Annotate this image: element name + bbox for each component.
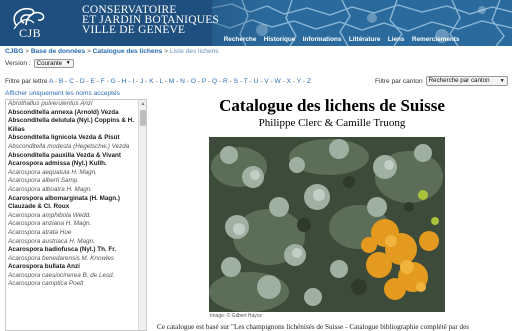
species-list-item[interactable]: Absconditella pauxilla Vezda & Vivant [6, 152, 139, 161]
breadcrumb-separator: > [86, 48, 91, 55]
version-select[interactable]: Courante ▼ [33, 59, 74, 68]
page-authors: Philippe Clerc & Camille Truong [258, 117, 406, 129]
breadcrumb-separator: > [25, 48, 30, 55]
chevron-down-icon: ▼ [65, 60, 71, 66]
letter-filter-z[interactable]: Z [307, 78, 311, 85]
top-navigation: Recherche Historique Informations Littér… [220, 35, 463, 45]
species-list-item[interactable]: Acarospora caesiocinerea B. de Lesd. [6, 272, 139, 281]
species-list-item[interactable]: Acarospora austriaca H. Magn. [6, 238, 139, 247]
breadcrumb-cjbg[interactable]: CJBG [5, 48, 23, 55]
species-list: Abrothallus pulverulentus Anzi Abscondite… [6, 100, 139, 289]
breadcrumb-database[interactable]: Base de données [31, 48, 85, 55]
species-list-item[interactable]: Acarospora anziana H. Magn. [6, 220, 139, 229]
canton-selected-value: Recherche par canton [428, 77, 490, 84]
show-accepted-names-link[interactable]: Afficher uniquement les noms acceptés [5, 90, 120, 97]
species-list-item[interactable]: Absconditella delutula (Nyl.) Coppins & … [6, 117, 139, 134]
nav-liens[interactable]: Liens [384, 35, 408, 45]
breadcrumb-separator: > [164, 48, 168, 55]
organization-name[interactable]: CONSERVATOIRE ET JARDIN BOTANIQUES VILLE… [82, 4, 219, 36]
org-name-line: VILLE DE GENÈVE [82, 24, 186, 36]
lichen-photo [209, 137, 445, 312]
species-list-item[interactable]: Acarospora badiofusca (Nyl.) Th. Fr. [6, 246, 139, 255]
species-list-item[interactable]: Acarospora aequatula H. Magn. [6, 169, 139, 178]
canton-filter: Filtre par canton Recherche par canton ▼ [375, 76, 508, 86]
letter-filter: Filtre par lettre A - B - C - D - E - F … [5, 78, 311, 85]
photo-credit: Image: © Gilbert Hayoz [210, 313, 263, 319]
species-list-item[interactable]: Acarospora benedarensis M. Knowles [6, 255, 139, 264]
species-list-item[interactable]: Acarospora amphibola Wedd. [6, 212, 139, 221]
letter-filter-label: Filtre par lettre [5, 78, 48, 85]
breadcrumb: CJBG > Base de données > Catalogue des l… [5, 48, 219, 55]
species-list-item[interactable]: Acarospora alberti Samp. [6, 177, 139, 186]
nav-litterature[interactable]: Littérature [345, 35, 384, 45]
nav-recherche[interactable]: Recherche [220, 35, 260, 45]
species-list-item[interactable]: Acarospora atrata Hue [6, 229, 139, 238]
version-selected-value: Courante [36, 60, 63, 67]
species-list-panel[interactable]: Abrothallus pulverulentus Anzi Abscondite… [5, 99, 147, 331]
scrollbar-thumb[interactable] [140, 110, 146, 126]
nav-remerciements[interactable]: Remerciements [408, 35, 463, 45]
canton-filter-label: Filtre par canton [375, 77, 423, 85]
scroll-up-icon[interactable]: ▲ [139, 101, 146, 107]
breadcrumb-catalogue[interactable]: Catalogue des lichens [93, 48, 163, 55]
breadcrumb-current: Liste des lichens [169, 48, 219, 55]
species-list-item[interactable]: Acarospora bullata Anzi [6, 263, 139, 272]
chevron-down-icon: ▼ [499, 78, 505, 84]
species-list-item[interactable]: Absconditella annexa (Arnold) Vezda [6, 109, 139, 118]
version-row: Version : Courante ▼ [5, 59, 74, 68]
canton-select[interactable]: Recherche par canton ▼ [425, 76, 508, 86]
site-banner: CJB CONSERVATOIRE ET JARDIN BOTANIQUES V… [0, 0, 512, 46]
species-list-item[interactable]: Abrothallus pulverulentus Anzi [6, 100, 139, 109]
species-list-scrollbar[interactable]: ▲ [138, 100, 146, 330]
species-list-item[interactable]: Acarospora camptica Poelt [6, 280, 139, 289]
species-list-item[interactable]: Acarospora admissa (Nyl.) Kullh. [6, 160, 139, 169]
nav-informations[interactable]: Informations [299, 35, 345, 45]
nav-historique[interactable]: Historique [260, 35, 299, 45]
species-list-item[interactable]: Acarospora alboatra H. Magn. [6, 186, 139, 195]
species-list-item[interactable]: Absconditella lignicola Vezda & Pisút [6, 134, 139, 143]
version-label: Version : [5, 60, 31, 67]
species-list-item[interactable]: Absconditella modesta (Hegetschw.) Vezda [6, 143, 139, 152]
intro-paragraph: Ce catalogue est basé sur "Les champigno… [157, 323, 470, 331]
logo-text: CJB [19, 26, 42, 40]
species-list-item[interactable]: Acarospora albomarginata (H. Magn.) Clau… [6, 195, 139, 212]
page-title: Catalogue des lichens de Suisse [219, 96, 445, 115]
